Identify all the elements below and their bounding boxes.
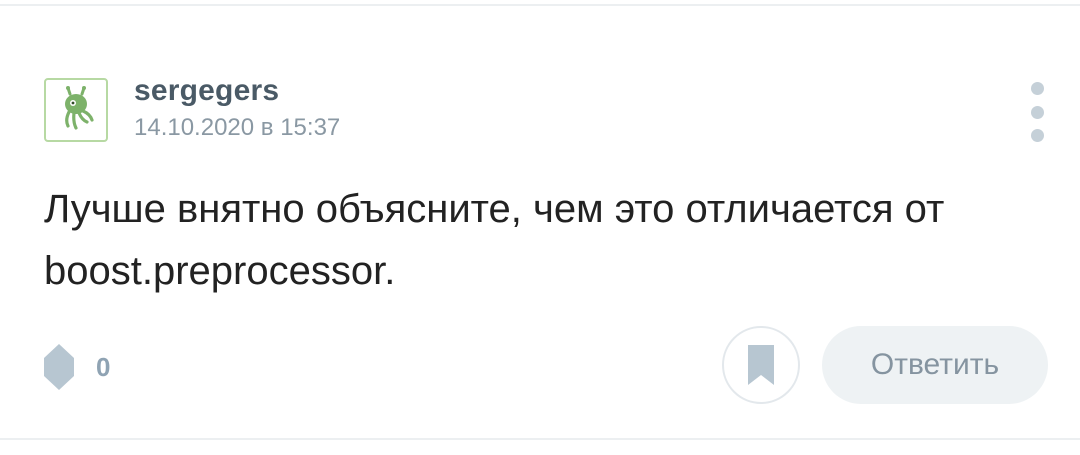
username[interactable]: sergegers [134, 74, 279, 108]
avatar[interactable] [44, 78, 108, 142]
comment-timestamp: 14.10.2020 в 15:37 [134, 114, 341, 141]
more-options-button[interactable] [1024, 82, 1050, 142]
vertical-dots-icon [1030, 129, 1044, 142]
octopus-alien-icon [65, 86, 94, 130]
rating-control: 0 [44, 342, 110, 392]
vertical-dots-icon [1030, 82, 1044, 95]
comment-body: Лучше внятно объясните, чем это отличает… [44, 187, 945, 293]
rating-count: 0 [96, 351, 111, 382]
bookmark-icon [748, 345, 774, 385]
vertical-dots-icon [1030, 105, 1044, 119]
top-divider [0, 4, 1080, 6]
bookmark-button[interactable] [722, 326, 800, 404]
rating-diamond-icon[interactable] [44, 344, 74, 390]
bottom-divider [0, 438, 1080, 440]
reply-button[interactable]: Ответить [822, 326, 1048, 404]
